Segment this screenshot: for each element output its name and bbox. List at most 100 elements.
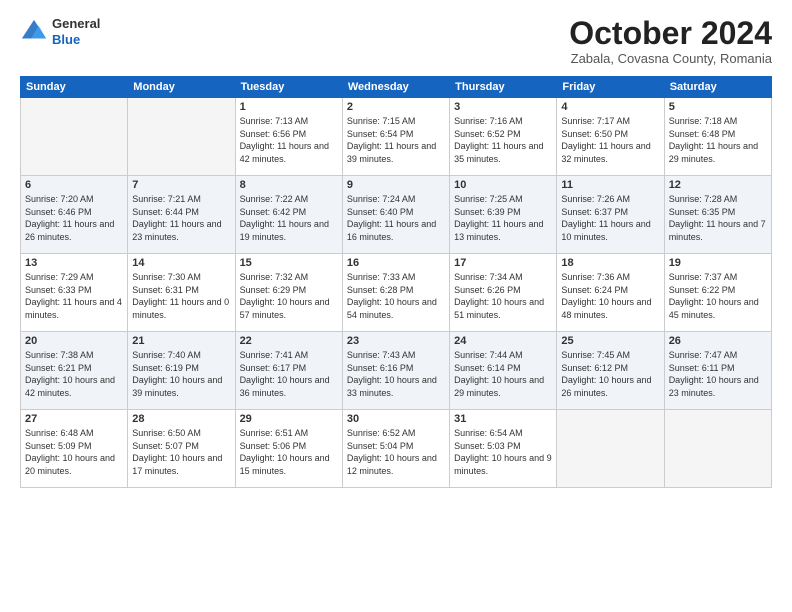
day-number: 9 [347,179,445,191]
calendar-cell: 23 Sunrise: 7:43 AM Sunset: 6:16 PM Dayli… [342,332,449,410]
day-info: Sunrise: 7:47 AM Sunset: 6:11 PM Dayligh… [669,349,767,399]
logo: General Blue [20,16,100,47]
day-info: Sunrise: 7:34 AM Sunset: 6:26 PM Dayligh… [454,271,552,321]
location-subtitle: Zabala, Covasna County, Romania [569,51,772,66]
day-number: 1 [240,101,338,113]
title-block: October 2024 Zabala, Covasna County, Rom… [569,16,772,66]
day-number: 8 [240,179,338,191]
day-info: Sunrise: 7:33 AM Sunset: 6:28 PM Dayligh… [347,271,445,321]
day-info: Sunrise: 7:16 AM Sunset: 6:52 PM Dayligh… [454,115,552,165]
day-of-week-header: Friday [557,77,664,98]
calendar-cell [128,98,235,176]
calendar-cell: 8Sunrise: 7:22 AM Sunset: 6:42 PM Daylig… [235,176,342,254]
day-number: 16 [347,257,445,269]
logo-icon [20,18,48,46]
day-info: Sunrise: 7:25 AM Sunset: 6:39 PM Dayligh… [454,193,552,243]
page: General Blue October 2024 Zabala, Covasn… [0,0,792,612]
day-of-week-header: Thursday [450,77,557,98]
day-info: Sunrise: 6:51 AM Sunset: 5:06 PM Dayligh… [240,427,338,477]
day-info: Sunrise: 7:43 AM Sunset: 6:16 PM Dayligh… [347,349,445,399]
day-info: Sunrise: 7:38 AM Sunset: 6:21 PM Dayligh… [25,349,123,399]
calendar-cell: 25Sunrise: 7:45 AM Sunset: 6:12 PM Dayli… [557,332,664,410]
day-number: 13 [25,257,123,269]
day-number: 11 [561,179,659,191]
calendar-cell: 9 Sunrise: 7:24 AM Sunset: 6:40 PM Daylig… [342,176,449,254]
day-number: 2 [347,101,445,113]
day-info: Sunrise: 7:26 AM Sunset: 6:37 PM Dayligh… [561,193,659,243]
calendar-cell: 13 Sunrise: 7:29 AM Sunset: 6:33 PM Dayli… [21,254,128,332]
day-info: Sunrise: 7:17 AM Sunset: 6:50 PM Dayligh… [561,115,659,165]
day-info: Sunrise: 7:18 AM Sunset: 6:48 PM Dayligh… [669,115,767,165]
calendar-header-row: SundayMondayTuesdayWednesdayThursdayFrid… [21,77,772,98]
day-info: Sunrise: 7:20 AM Sunset: 6:46 PM Dayligh… [25,193,123,243]
calendar-cell [557,410,664,488]
header: General Blue October 2024 Zabala, Covasn… [20,16,772,66]
calendar-cell: 21 Sunrise: 7:40 AM Sunset: 6:19 PM Dayli… [128,332,235,410]
calendar-cell: 28 Sunrise: 6:50 AM Sunset: 5:07 PM Dayli… [128,410,235,488]
day-of-week-header: Wednesday [342,77,449,98]
calendar-cell: 12 Sunrise: 7:28 AM Sunset: 6:35 PM Dayli… [664,176,771,254]
day-number: 21 [132,335,230,347]
day-info: Sunrise: 7:32 AM Sunset: 6:29 PM Dayligh… [240,271,338,321]
day-info: Sunrise: 7:13 AM Sunset: 6:56 PM Dayligh… [240,115,338,165]
day-info: Sunrise: 7:28 AM Sunset: 6:35 PM Dayligh… [669,193,767,243]
calendar-cell: 16 Sunrise: 7:33 AM Sunset: 6:28 PM Dayli… [342,254,449,332]
day-info: Sunrise: 7:41 AM Sunset: 6:17 PM Dayligh… [240,349,338,399]
day-info: Sunrise: 7:29 AM Sunset: 6:33 PM Dayligh… [25,271,123,321]
day-info: Sunrise: 6:48 AM Sunset: 5:09 PM Dayligh… [25,427,123,477]
day-number: 25 [561,335,659,347]
calendar-week-row: 1 Sunrise: 7:13 AM Sunset: 6:56 PM Daylig… [21,98,772,176]
calendar-cell: 10 Sunrise: 7:25 AM Sunset: 6:39 PM Dayli… [450,176,557,254]
day-number: 31 [454,413,552,425]
calendar-cell: 27 Sunrise: 6:48 AM Sunset: 5:09 PM Dayli… [21,410,128,488]
day-info: Sunrise: 7:44 AM Sunset: 6:14 PM Dayligh… [454,349,552,399]
day-number: 27 [25,413,123,425]
day-number: 17 [454,257,552,269]
calendar-cell: 22 Sunrise: 7:41 AM Sunset: 6:17 PM Dayli… [235,332,342,410]
day-info: Sunrise: 7:21 AM Sunset: 6:44 PM Dayligh… [132,193,230,243]
logo-text: General Blue [52,16,100,47]
day-of-week-header: Sunday [21,77,128,98]
calendar-cell: 5 Sunrise: 7:18 AM Sunset: 6:48 PM Daylig… [664,98,771,176]
calendar-cell: 17 Sunrise: 7:34 AM Sunset: 6:26 PM Dayli… [450,254,557,332]
day-number: 28 [132,413,230,425]
day-number: 26 [669,335,767,347]
day-info: Sunrise: 7:24 AM Sunset: 6:40 PM Dayligh… [347,193,445,243]
calendar-cell: 2 Sunrise: 7:15 AM Sunset: 6:54 PM Daylig… [342,98,449,176]
calendar-cell: 11 Sunrise: 7:26 AM Sunset: 6:37 PM Dayli… [557,176,664,254]
logo-general: General [52,16,100,31]
calendar-cell: 7 Sunrise: 7:21 AM Sunset: 6:44 PM Daylig… [128,176,235,254]
day-number: 3 [454,101,552,113]
calendar-week-row: 6 Sunrise: 7:20 AM Sunset: 6:46 PM Daylig… [21,176,772,254]
day-number: 22 [240,335,338,347]
month-title: October 2024 [569,16,772,51]
day-number: 18 [561,257,659,269]
logo-blue: Blue [52,32,80,47]
day-of-week-header: Saturday [664,77,771,98]
day-info: Sunrise: 6:54 AM Sunset: 5:03 PM Dayligh… [454,427,552,477]
day-info: Sunrise: 7:37 AM Sunset: 6:22 PM Dayligh… [669,271,767,321]
calendar-table: SundayMondayTuesdayWednesdayThursdayFrid… [20,76,772,488]
day-number: 12 [669,179,767,191]
day-number: 15 [240,257,338,269]
day-info: Sunrise: 7:15 AM Sunset: 6:54 PM Dayligh… [347,115,445,165]
calendar-cell: 29Sunrise: 6:51 AM Sunset: 5:06 PM Dayli… [235,410,342,488]
calendar-cell: 15 Sunrise: 7:32 AM Sunset: 6:29 PM Dayli… [235,254,342,332]
day-info: Sunrise: 7:30 AM Sunset: 6:31 PM Dayligh… [132,271,230,321]
day-number: 6 [25,179,123,191]
day-number: 10 [454,179,552,191]
day-number: 7 [132,179,230,191]
calendar-cell: 30Sunrise: 6:52 AM Sunset: 5:04 PM Dayli… [342,410,449,488]
calendar-cell: 24 Sunrise: 7:44 AM Sunset: 6:14 PM Dayli… [450,332,557,410]
calendar-week-row: 13 Sunrise: 7:29 AM Sunset: 6:33 PM Dayli… [21,254,772,332]
calendar-cell: 18Sunrise: 7:36 AM Sunset: 6:24 PM Dayli… [557,254,664,332]
day-number: 19 [669,257,767,269]
day-info: Sunrise: 6:50 AM Sunset: 5:07 PM Dayligh… [132,427,230,477]
day-info: Sunrise: 7:40 AM Sunset: 6:19 PM Dayligh… [132,349,230,399]
day-number: 23 [347,335,445,347]
calendar-cell: 19 Sunrise: 7:37 AM Sunset: 6:22 PM Dayli… [664,254,771,332]
day-number: 24 [454,335,552,347]
calendar-cell: 31 Sunrise: 6:54 AM Sunset: 5:03 PM Dayli… [450,410,557,488]
calendar-cell: 20Sunrise: 7:38 AM Sunset: 6:21 PM Dayli… [21,332,128,410]
day-number: 5 [669,101,767,113]
